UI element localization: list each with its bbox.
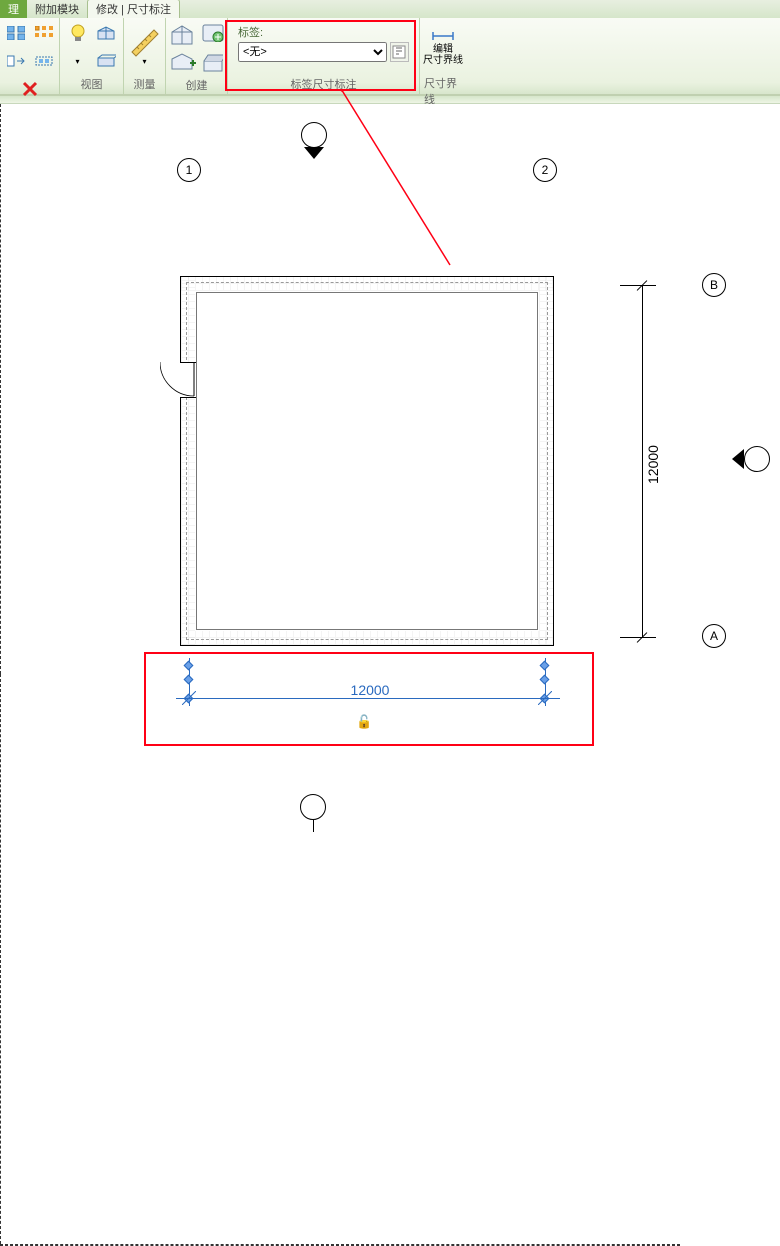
insert-icon[interactable] [3,48,29,74]
dim-tick-right-bot [635,630,649,644]
grid-bubble-B[interactable]: B [702,273,726,297]
witness-line1: 编辑 [433,44,453,55]
dim-line-bottom[interactable] [176,698,560,699]
dim-slash-left [182,691,196,705]
new-label-button[interactable] [390,42,409,62]
section-mark-bottom[interactable] [300,794,326,832]
panel-title-create: 创建 [186,76,208,95]
dim-value-bottom[interactable]: 12000 [340,682,400,698]
dim-lock-icon[interactable]: 🔓 [356,714,372,730]
create-family-icon[interactable] [168,20,198,50]
grid-bubble-1[interactable]: 1 [177,158,201,182]
light-bulb-icon[interactable] [65,20,91,46]
dim-line-right[interactable] [642,285,643,637]
dim-grip-2[interactable] [184,675,194,685]
dim-grip-1[interactable] [184,661,194,671]
box-plane-icon[interactable] [93,48,119,74]
highlight-dimension [144,652,594,746]
gridline-2[interactable] [0,674,1,1244]
dim-value-right[interactable]: 12000 [645,445,661,484]
edit-witness-button[interactable]: 编辑 尺寸界线 [420,20,466,74]
panel-title-view: 视图 [81,75,103,94]
panel-witness: 编辑 尺寸界线 尺寸界线 [420,18,466,94]
box-icon[interactable] [93,20,119,46]
gridline-1[interactable] [0,104,1,674]
tab-truncated[interactable]: 理 [0,0,27,18]
panel-label-dimension: 标签: <无> 标签尺寸标注 [228,18,420,94]
witness-line2: 尺寸界线 [423,55,463,66]
dim-grip-3[interactable] [540,661,550,671]
panel-measure: ▾ 测量 [124,18,166,94]
tab-modify-dimensions[interactable]: 修改 | 尺寸标注 [87,0,180,18]
ribbon: ▾ 视图 ▾ 测量 创建 [0,18,780,96]
panel-view: ▾ 视图 [60,18,124,94]
panel-create: 创建 [166,18,228,94]
annotation-arrow [340,90,470,280]
label-caption: 标签: [238,24,409,40]
panel-title-measure: 测量 [134,75,156,94]
dim-slash-right [538,691,552,705]
measure-button[interactable]: ▾ [122,21,168,75]
array-icon[interactable] [31,20,57,46]
align-hor-icon[interactable] [3,20,29,46]
section-mark-right[interactable] [730,446,770,472]
drawing-canvas[interactable]: 1 2 B A 12000 12000 🔓 [0,104,780,839]
panel-basic [0,18,60,94]
light-dropdown-icon[interactable]: ▾ [65,48,91,74]
component-icon[interactable] [200,50,226,76]
dim-tick-right-top [635,278,649,292]
grid-bubble-A[interactable]: A [702,624,726,648]
door-swing-icon [160,362,196,398]
delete-icon[interactable] [17,76,43,102]
section-mark-top[interactable] [301,122,327,161]
group-icon[interactable] [31,48,57,74]
create-assembly-icon[interactable] [168,50,198,74]
wall-core-dash [186,282,548,640]
grid-bubble-2[interactable]: 2 [533,158,557,182]
label-dropdown[interactable]: <无> [238,42,387,62]
create-group-icon[interactable] [200,20,226,46]
tab-addons[interactable]: 附加模块 [27,0,87,18]
ribbon-tab-strip: 理 附加模块 修改 | 尺寸标注 ⏷ [0,0,780,18]
dim-grip-4[interactable] [540,675,550,685]
